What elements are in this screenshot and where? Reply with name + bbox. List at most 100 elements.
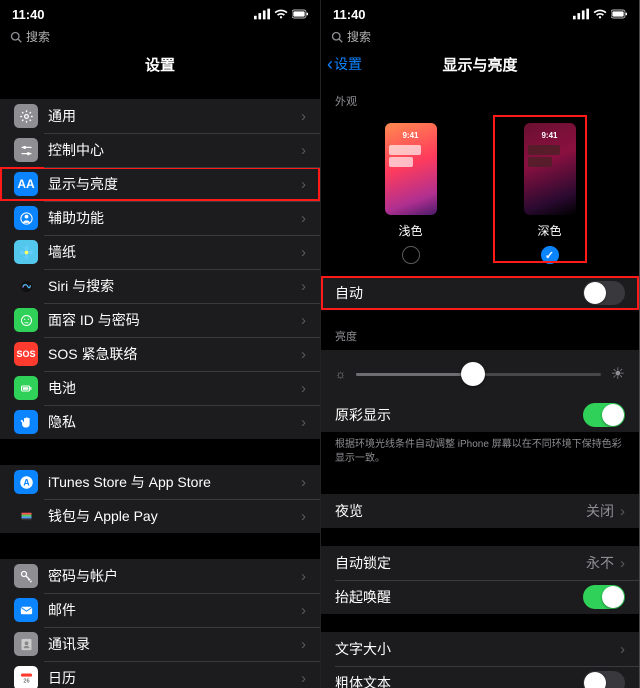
row-accessibility[interactable]: 辅助功能› [0,201,320,235]
phone-right-display: 11:40 搜索 ‹ 设置 显示与亮度 外观 9:41 浅色 [320,0,639,688]
battery-icon [292,6,308,22]
row-display[interactable]: AA显示与亮度› [0,167,320,201]
light-label: 浅色 [398,222,422,239]
mail-label: 邮件 [48,600,301,620]
status-time: 11:40 [12,7,45,22]
bold-text-toggle[interactable] [583,671,625,688]
sun-large-icon: ☀ [611,364,625,384]
row-passwords[interactable]: 密码与帐户› [0,559,320,593]
row-raise-wake[interactable]: 抬起唤醒 [321,580,639,614]
appearance-picker: 9:41 浅色 9:41 深色 [321,115,639,276]
row-wallpaper[interactable]: 墙纸› [0,235,320,269]
display-icon: AA [14,172,38,196]
brightness-slider[interactable] [356,373,601,376]
search-row[interactable]: 搜索 [0,28,320,47]
chevron-right-icon: › [301,380,306,397]
page-title: 显示与亮度 [442,54,517,75]
row-night-shift[interactable]: 夜览 关闭 › [321,494,639,528]
row-calendar[interactable]: 26日历› [0,661,320,688]
raise-wake-toggle[interactable] [583,585,625,609]
row-privacy[interactable]: 隐私› [0,405,320,439]
privacy-label: 隐私 [48,412,301,432]
row-mail[interactable]: 邮件› [0,593,320,627]
wifi-icon [592,6,608,22]
dark-radio[interactable] [541,246,559,264]
battery-icon [14,376,38,400]
general-label: 通用 [48,106,301,126]
chevron-right-icon: › [301,508,306,525]
row-contacts[interactable]: 通讯录› [0,627,320,661]
status-indicators [573,6,627,22]
contacts-label: 通讯录 [48,634,301,654]
chevron-right-icon: › [301,636,306,653]
brightness-row: ☼ ☀ [321,350,639,398]
search-label: 搜索 [26,28,50,45]
slider-thumb[interactable] [461,362,485,386]
chevron-right-icon: › [301,474,306,491]
night-shift-label: 夜览 [335,501,586,521]
wallpaper-label: 墙纸 [48,242,301,262]
text-size-label: 文字大小 [335,639,620,659]
appearance-light[interactable]: 9:41 浅色 [385,123,437,264]
faceid-icon [14,308,38,332]
chevron-right-icon: › [620,503,625,520]
accessibility-icon [14,206,38,230]
mail-icon [14,598,38,622]
chevron-right-icon: › [620,641,625,658]
row-battery[interactable]: 电池› [0,371,320,405]
settings-list[interactable]: 通用›控制中心›AA显示与亮度›辅助功能›墙纸›Siri 与搜索›面容 ID 与… [0,81,320,688]
true-tone-label: 原彩显示 [335,405,583,425]
status-time: 11:40 [333,7,366,22]
status-indicators [254,6,308,22]
search-row[interactable]: 搜索 [321,28,639,47]
appearance-dark[interactable]: 9:41 深色 [524,123,576,264]
chevron-right-icon: › [301,244,306,261]
itunes-icon: A [14,470,38,494]
chevron-right-icon: › [301,312,306,329]
raise-wake-label: 抬起唤醒 [335,587,583,607]
row-siri[interactable]: Siri 与搜索› [0,269,320,303]
search-label: 搜索 [347,28,371,45]
true-tone-note: 根据环境光线条件自动调整 iPhone 屏幕以在不同环境下保持色彩显示一致。 [321,432,639,476]
signal-icon [573,6,589,22]
row-true-tone[interactable]: 原彩显示 [321,398,639,432]
row-text-size[interactable]: 文字大小 › [321,632,639,666]
calendar-label: 日历 [48,668,301,688]
chevron-right-icon: › [301,142,306,159]
row-itunes[interactable]: AiTunes Store 与 App Store› [0,465,320,499]
dark-label: 深色 [537,222,561,239]
true-tone-toggle[interactable] [583,403,625,427]
display-settings[interactable]: 外观 9:41 浅色 9:41 深色 自动 [321,81,639,688]
row-bold-text[interactable]: 粗体文本 [321,666,639,688]
chevron-right-icon: › [301,176,306,193]
page-title: 设置 [145,54,175,75]
row-sos[interactable]: SOSSOS 紧急联络› [0,337,320,371]
svg-text:A: A [23,477,30,487]
row-wallet[interactable]: 钱包与 Apple Pay› [0,499,320,533]
row-auto[interactable]: 自动 [321,276,639,310]
signal-icon [254,6,270,22]
auto-toggle[interactable] [583,281,625,305]
contacts-icon [14,632,38,656]
calendar-icon: 26 [14,666,38,688]
back-button[interactable]: ‹ 设置 [327,54,362,74]
chevron-left-icon: ‹ [327,55,333,73]
siri-label: Siri 与搜索 [48,276,301,296]
battery-label: 电池 [48,378,301,398]
search-icon [331,31,343,43]
auto-label: 自动 [335,283,583,303]
brightness-header: 亮度 [321,310,639,350]
sos-icon: SOS [14,342,38,366]
row-general[interactable]: 通用› [0,99,320,133]
row-faceid[interactable]: 面容 ID 与密码› [0,303,320,337]
status-bar: 11:40 [0,0,320,28]
row-control-center[interactable]: 控制中心› [0,133,320,167]
status-bar: 11:40 [321,0,639,28]
light-thumb: 9:41 [385,123,437,215]
chevron-right-icon: › [301,602,306,619]
chevron-right-icon: › [301,414,306,431]
row-auto-lock[interactable]: 自动锁定 永不 › [321,546,639,580]
bold-text-label: 粗体文本 [335,673,583,688]
light-radio[interactable] [402,246,420,264]
wallet-label: 钱包与 Apple Pay [48,506,301,526]
